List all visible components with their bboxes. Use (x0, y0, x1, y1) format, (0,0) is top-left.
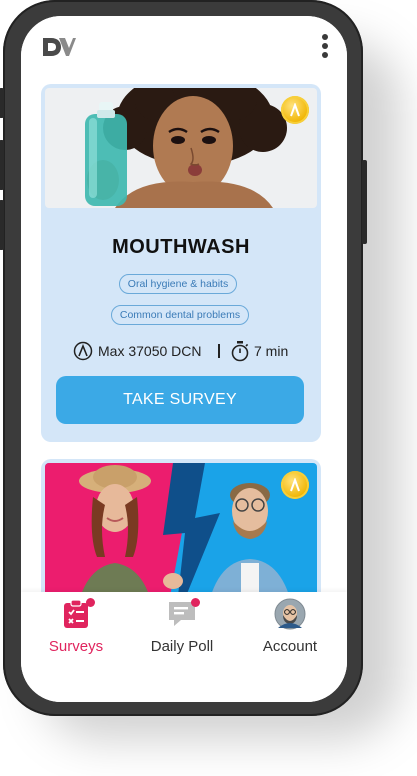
coin-icon (281, 471, 309, 499)
reward-row: Max 37050 DCN 7 min (41, 340, 321, 362)
notification-dot (191, 598, 200, 607)
stopwatch-icon (231, 341, 249, 362)
nav-label: Surveys (48, 638, 104, 655)
phone-frame: MOUTHWASH Oral hygiene & habits Common d… (0, 0, 367, 716)
volume-up-button (0, 140, 4, 190)
bottom-nav: Surveys Daily Poll Account (21, 592, 347, 662)
divider (218, 344, 220, 358)
nav-label: Daily Poll (150, 638, 214, 655)
take-survey-button[interactable]: TAKE SURVEY (56, 376, 304, 424)
power-button (362, 160, 367, 244)
mute-switch (0, 88, 4, 118)
volume-down-button (0, 200, 4, 250)
reward-amount: Max 37050 DCN (98, 343, 202, 359)
survey-title: MOUTHWASH (112, 236, 250, 258)
survey-card: MOUTHWASH Oral hygiene & habits Common d… (41, 84, 321, 442)
topic-tag: Oral hygiene & habits (119, 274, 237, 294)
avatar-icon (274, 598, 306, 630)
home-indicator-area (21, 662, 347, 702)
nav-label: Account (262, 638, 318, 655)
topic-tag: Common dental problems (111, 305, 249, 325)
dcn-coin-icon (73, 341, 93, 361)
survey-image (45, 88, 317, 208)
dv-logo[interactable] (41, 36, 77, 58)
notification-dot (86, 598, 95, 607)
survey-list-icon (60, 598, 95, 630)
poll-chat-icon (166, 598, 200, 630)
nav-daily-poll[interactable]: Daily Poll (137, 598, 227, 660)
top-bar (21, 16, 347, 76)
coin-icon (281, 96, 309, 124)
survey-duration: 7 min (254, 343, 289, 359)
app-screen: MOUTHWASH Oral hygiene & habits Common d… (21, 16, 347, 702)
overflow-menu-icon[interactable] (321, 34, 329, 60)
nav-account[interactable]: Account (245, 598, 335, 660)
nav-surveys[interactable]: Surveys (31, 598, 121, 660)
